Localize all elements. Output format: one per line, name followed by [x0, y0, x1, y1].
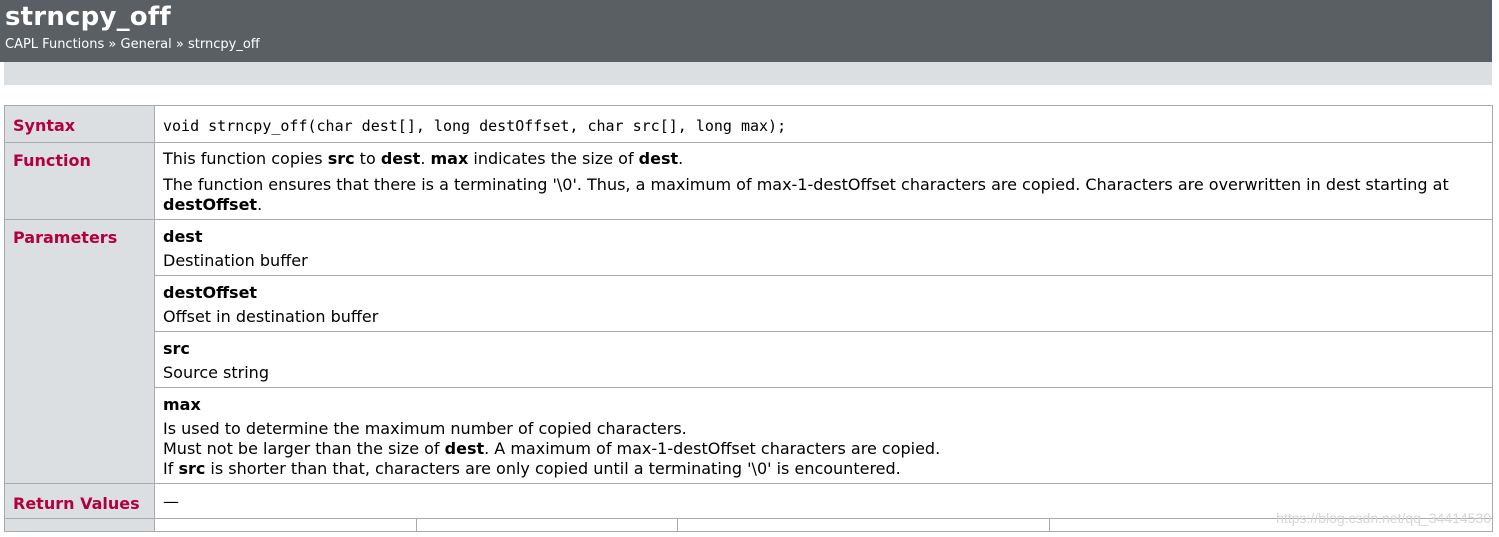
parameter-row-destoffset: destOffset Offset in destination buffer [5, 275, 1493, 332]
text: If [163, 459, 179, 478]
next-row-label-cell [4, 518, 155, 532]
text: . A maximum of max-1-destOffset characte… [484, 439, 941, 458]
parameter-description: Offset in destination buffer [163, 307, 379, 326]
breadcrumb-link-general[interactable]: General [121, 37, 172, 52]
text: indicates the size of [468, 149, 639, 168]
text: The function ensures that there is a ter… [163, 175, 1449, 194]
parameter-description: Is used to determine the maximum number … [163, 419, 687, 438]
syntax-cell: void strncpy_off(char dest[], long destO… [154, 105, 1493, 143]
next-row-partial [4, 518, 1493, 532]
text: . [420, 149, 431, 168]
sub-header-bar [4, 62, 1492, 85]
text: This function copies [163, 149, 328, 168]
function-row: Function This function copies src to des… [4, 142, 1493, 220]
parameter-description-line: Must not be larger than the size of dest… [163, 439, 1484, 459]
parameter-description-line: If src is shorter than that, characters … [163, 459, 1484, 479]
parameter-row-src: src Source string [5, 331, 1493, 388]
breadcrumb: CAPL Functions » General » strncpy_off [5, 37, 260, 53]
function-doc-table: Syntax void strncpy_off(char dest[], lon… [4, 105, 1493, 532]
function-paragraph-1: This function copies src to dest. max in… [163, 149, 1484, 169]
return-values-label: Return Values [4, 483, 155, 519]
parameter-row-dest: Parameters dest Destination buffer [4, 219, 1493, 484]
next-row-cell [677, 518, 1050, 532]
parameter-description: Source string [163, 363, 269, 382]
parameter-name: destOffset [163, 283, 258, 302]
parameter-name: max [163, 395, 201, 414]
parameter-src: src Source string [154, 331, 1493, 388]
bold-term: dest [638, 149, 679, 168]
text: is shorter than that, characters are onl… [205, 459, 901, 478]
text: Must not be larger than the size of [163, 439, 445, 458]
parameters-label: Parameters [4, 219, 155, 484]
bold-term: src [327, 149, 355, 168]
bold-term: dest [380, 149, 421, 168]
bold-term: dest [444, 439, 485, 458]
next-row-cell [154, 518, 417, 532]
parameter-destoffset: destOffset Offset in destination buffer [154, 275, 1493, 332]
breadcrumb-link-capl-functions[interactable]: CAPL Functions [5, 37, 104, 52]
next-row-cell [416, 518, 678, 532]
syntax-row: Syntax void strncpy_off(char dest[], lon… [4, 105, 1493, 143]
bold-term: max [430, 149, 469, 168]
return-values-row: Return Values — [4, 483, 1493, 519]
page-header: strncpy_off CAPL Functions » General » s… [0, 0, 1492, 62]
watermark: https://blog.csdn.net/qq_34414530 [1276, 510, 1491, 526]
parameter-max: max Is used to determine the maximum num… [154, 387, 1493, 484]
page-title: strncpy_off [5, 2, 171, 32]
syntax-code: void strncpy_off(char dest[], long destO… [163, 117, 787, 135]
function-description: This function copies src to dest. max in… [154, 142, 1493, 220]
text: to [354, 149, 381, 168]
breadcrumb-current-page: strncpy_off [188, 37, 260, 52]
parameter-name: src [163, 339, 190, 358]
parameter-description: Destination buffer [163, 251, 308, 270]
syntax-label: Syntax [4, 105, 155, 143]
parameter-row-max: max Is used to determine the maximum num… [5, 387, 1493, 484]
function-paragraph-2: The function ensures that there is a ter… [163, 175, 1484, 215]
function-label: Function [4, 142, 155, 220]
text: . [257, 195, 263, 214]
text: . [678, 149, 684, 168]
parameter-name: dest [163, 227, 203, 246]
parameter-dest: dest Destination buffer [154, 219, 1493, 276]
bold-term: src [178, 459, 206, 478]
breadcrumb-separator: » [175, 37, 184, 52]
breadcrumb-separator: » [108, 37, 117, 52]
bold-term: destOffset [163, 195, 258, 214]
